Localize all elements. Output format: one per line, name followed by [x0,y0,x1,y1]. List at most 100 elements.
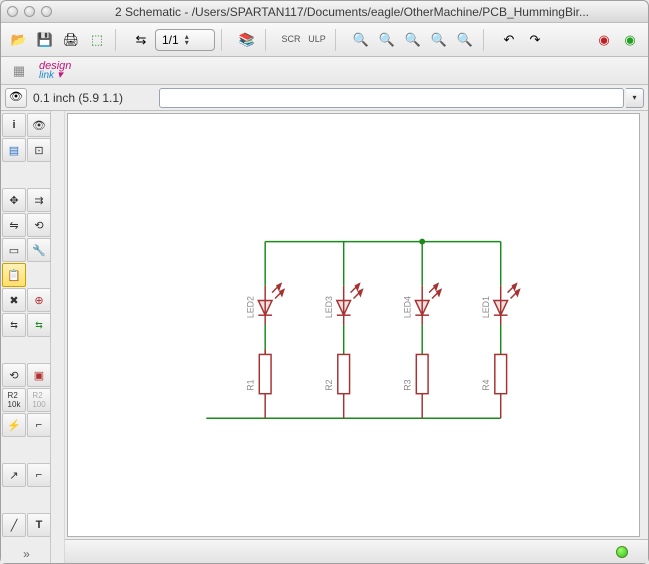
zoom-out-button[interactable]: 🔍 [401,28,425,52]
paste-icon: 📋 [7,269,21,282]
window-controls [7,6,52,17]
expand-tools-button[interactable]: » [15,544,39,564]
zoom-select-button[interactable]: 🔍 [453,28,477,52]
print-button[interactable]: 🖨 [59,28,83,52]
resistor-label: R4 [481,379,491,390]
move-icon: ✥ [9,194,18,207]
name-tool[interactable]: R210k [2,388,26,412]
cam-button[interactable]: ⬚ [85,28,109,52]
wrench-icon: 🔧 [32,244,46,257]
designlink-logo[interactable]: design link ▾ [39,62,71,80]
zoom-select-icon: 🔍 [457,33,473,46]
mark-icon: ⊡ [34,144,43,157]
script-icon: SCR [281,35,300,44]
group-tool[interactable]: ▭ [2,238,26,262]
smash-tool[interactable]: ⚡ [2,413,26,437]
change-tool[interactable]: 🔧 [27,238,51,262]
layers-icon: ▤ [9,144,19,157]
cancel-button[interactable]: ◉ [592,28,616,52]
add-icon: ⊕ [34,294,43,307]
separator [483,29,491,51]
zoom-out-icon: 🔍 [405,33,421,46]
wire-tool[interactable]: ╱ [2,513,26,537]
rotate-tool[interactable]: ⟲ [27,213,51,237]
led-label: LED1 [481,296,491,318]
mirror-icon: ⇋ [9,219,18,232]
split-tool[interactable]: ↗ [2,463,26,487]
delete-tool[interactable]: ✖ [2,288,26,312]
library-button[interactable]: 📚 [235,28,259,52]
mirror-tool[interactable]: ⇋ [2,213,26,237]
go-icon: ◉ [624,33,635,46]
copy-tool[interactable]: ⇉ [27,188,51,212]
undo-button[interactable]: ↶ [497,28,521,52]
schematic-canvas[interactable]: LED2 R1 [67,113,640,537]
go-button[interactable]: ◉ [618,28,642,52]
window-title: 2 Schematic - /Users/SPARTAN117/Document… [62,5,642,19]
coord-row: 👁 0.1 inch (5.9 1.1) ▾ [1,85,648,111]
cam-icon: ⬚ [91,33,103,46]
separator [265,29,273,51]
zoom-redraw-button[interactable]: 🔍 [427,28,451,52]
library-icon: 📚 [239,33,255,46]
board-icon: ⇆ [136,33,147,46]
resistor-label: R2 [324,379,334,390]
save-icon: 💾 [37,33,53,46]
grid-button[interactable]: ▦ [7,59,31,83]
value-tool[interactable]: R2100 [27,388,51,412]
pinswap-icon: ⇆ [10,320,18,331]
value-icon: R2100 [32,391,45,409]
board-button[interactable]: ⇆ [129,28,153,52]
group-icon: ▭ [9,244,19,257]
open-button[interactable]: 📂 [7,28,31,52]
show-tool[interactable]: 👁 [27,113,51,137]
smash-icon: ⚡ [7,419,21,432]
sheet-arrows-icon: ▴▾ [185,34,189,46]
zoom-window-button[interactable] [41,6,52,17]
text-tool[interactable]: T [27,513,51,537]
close-window-button[interactable] [7,6,18,17]
paste-tool[interactable]: 📋 [2,263,26,287]
move-tool[interactable]: ✥ [2,188,26,212]
mark-tool[interactable]: ⊡ [27,138,51,162]
eye-icon: 👁 [32,119,46,132]
delete-icon: ✖ [9,294,18,307]
minimize-window-button[interactable] [24,6,35,17]
command-history-dropdown[interactable]: ▾ [626,88,644,108]
pinswap-tool[interactable]: ⇆ [2,313,26,337]
status-bar [65,539,648,563]
text-icon: T [36,519,43,531]
led-label: LED4 [402,296,412,318]
invoke-icon: ▣ [34,369,44,382]
add-tool[interactable]: ⊕ [27,288,51,312]
zoom-in-button[interactable]: 🔍 [375,28,399,52]
tool-palette: i 👁 ▤ ⊡ ✥ ⇉ ⇋ ⟲ ▭ 🔧 📋 ✖ ⊕ ⇆ ⇆ ⟲ ▣ R210k … [1,111,51,563]
undo-icon: ↶ [504,33,515,46]
resistor-label: R1 [245,379,255,390]
sheet-selector[interactable]: 1/1 ▴▾ [155,29,215,51]
open-icon: 📂 [11,33,27,46]
main-toolbar: 📂 💾 🖨 ⬚ ⇆ 1/1 ▴▾ 📚 SCR ULP 🔍 🔍 🔍 🔍 🔍 ↶ ↷… [1,23,648,57]
ulp-button[interactable]: ULP [305,28,329,52]
info-tool[interactable]: i [2,113,26,137]
display-tool[interactable]: ▤ [2,138,26,162]
replace-tool[interactable]: ⟲ [2,363,26,387]
redo-button[interactable]: ↷ [523,28,547,52]
route-tool[interactable]: ⌐ [27,463,51,487]
save-button[interactable]: 💾 [33,28,57,52]
grid-icon: ▦ [13,64,25,77]
split-icon: ↗ [9,469,18,482]
gateswap-tool[interactable]: ⇆ [27,313,51,337]
secondary-toolbar: ▦ design link ▾ [1,57,648,85]
separator [335,29,343,51]
gateswap-icon: ⇆ [35,320,43,331]
command-input[interactable] [159,88,624,108]
app-window: 2 Schematic - /Users/SPARTAN117/Document… [0,0,649,564]
ulp-icon: ULP [308,35,326,44]
zoom-fit-button[interactable]: 🔍 [349,28,373,52]
invoke-tool[interactable]: ▣ [27,363,51,387]
designlink-label-2: link [39,70,54,81]
layers-button[interactable]: 👁 [5,88,27,108]
miter-tool[interactable]: ⌐ [27,413,51,437]
script-button[interactable]: SCR [279,28,303,52]
